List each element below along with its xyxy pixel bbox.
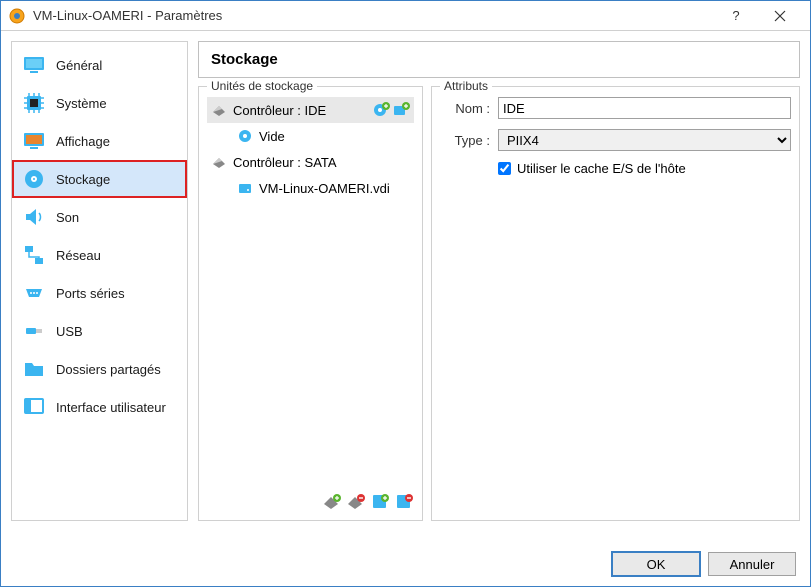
sidebar-item-label: Général xyxy=(56,58,102,73)
sidebar: Général Système Affichage Stockage Son R… xyxy=(11,41,188,521)
storage-toolbar xyxy=(207,486,414,512)
controller-ide[interactable]: Contrôleur : IDE xyxy=(207,97,414,123)
storage-units-group: Unités de stockage Contrôleur : IDE Vide xyxy=(198,86,423,521)
monitor-icon xyxy=(22,53,46,77)
sidebar-item-usb[interactable]: USB xyxy=(12,312,187,350)
sidebar-item-network[interactable]: Réseau xyxy=(12,236,187,274)
serial-port-icon xyxy=(22,281,46,305)
controller-sata[interactable]: Contrôleur : SATA xyxy=(207,149,414,175)
host-cache-label: Utiliser le cache E/S de l'hôte xyxy=(517,161,686,176)
sidebar-item-ui[interactable]: Interface utilisateur xyxy=(12,388,187,426)
sidebar-item-label: Dossiers partagés xyxy=(56,362,161,377)
display-icon xyxy=(22,129,46,153)
sidebar-item-serial[interactable]: Ports séries xyxy=(12,274,187,312)
main-panel: Stockage Unités de stockage Contrôleur :… xyxy=(198,41,800,521)
sidebar-item-label: Affichage xyxy=(56,134,110,149)
sidebar-item-system[interactable]: Système xyxy=(12,84,187,122)
sidebar-item-label: Système xyxy=(56,96,107,111)
cancel-button[interactable]: Annuler xyxy=(708,552,796,576)
network-icon xyxy=(22,243,46,267)
storage-tree: Contrôleur : IDE Vide Contrôleur : SATA xyxy=(207,97,414,486)
storage-item-empty[interactable]: Vide xyxy=(207,123,414,149)
dialog-buttons: OK Annuler xyxy=(612,552,796,576)
usb-icon xyxy=(22,319,46,343)
sidebar-item-display[interactable]: Affichage xyxy=(12,122,187,160)
controller-icon xyxy=(211,154,227,170)
ok-button[interactable]: OK xyxy=(612,552,700,576)
sidebar-item-audio[interactable]: Son xyxy=(12,198,187,236)
page-title: Stockage xyxy=(198,41,800,78)
host-cache-checkbox[interactable] xyxy=(498,162,511,175)
type-select[interactable]: PIIX4 xyxy=(498,129,791,151)
add-controller-icon[interactable] xyxy=(322,492,342,512)
remove-controller-icon[interactable] xyxy=(346,492,366,512)
help-button[interactable]: ? xyxy=(714,1,758,31)
attributes-group: Attributs Nom : Type : PIIX4 Utiliser le… xyxy=(431,86,800,521)
add-optical-icon[interactable] xyxy=(372,101,390,119)
sidebar-item-label: USB xyxy=(56,324,83,339)
close-button[interactable] xyxy=(758,1,802,31)
sidebar-item-label: Stockage xyxy=(56,172,110,187)
sidebar-item-general[interactable]: Général xyxy=(12,46,187,84)
disk-icon xyxy=(22,167,46,191)
attributes-legend: Attributs xyxy=(440,79,492,93)
content: Général Système Affichage Stockage Son R… xyxy=(1,31,810,531)
storage-item-label: VM-Linux-OAMERI.vdi xyxy=(259,181,390,196)
optical-disc-icon xyxy=(237,128,253,144)
sidebar-item-storage[interactable]: Stockage xyxy=(12,160,187,198)
sidebar-item-label: Ports séries xyxy=(56,286,125,301)
remove-attachment-icon[interactable] xyxy=(394,492,414,512)
storage-units-legend: Unités de stockage xyxy=(207,79,317,93)
window-title: VM-Linux-OAMERI - Paramètres xyxy=(33,8,714,23)
sidebar-item-shared-folders[interactable]: Dossiers partagés xyxy=(12,350,187,388)
chip-icon xyxy=(22,91,46,115)
harddisk-icon xyxy=(237,180,253,196)
sidebar-item-label: Réseau xyxy=(56,248,101,263)
controller-label: Contrôleur : IDE xyxy=(233,103,326,118)
storage-item-vdi[interactable]: VM-Linux-OAMERI.vdi xyxy=(207,175,414,201)
name-label: Nom : xyxy=(440,101,490,116)
folder-icon xyxy=(22,357,46,381)
type-label: Type : xyxy=(440,133,490,148)
virtualbox-icon xyxy=(9,8,25,24)
add-harddisk-icon[interactable] xyxy=(392,101,410,119)
controller-icon xyxy=(211,102,227,118)
speaker-icon xyxy=(22,205,46,229)
storage-item-label: Vide xyxy=(259,129,285,144)
sidebar-item-label: Interface utilisateur xyxy=(56,400,166,415)
add-attachment-icon[interactable] xyxy=(370,492,390,512)
titlebar: VM-Linux-OAMERI - Paramètres ? xyxy=(1,1,810,31)
controller-label: Contrôleur : SATA xyxy=(233,155,337,170)
name-input[interactable] xyxy=(498,97,791,119)
sidebar-item-label: Son xyxy=(56,210,79,225)
ui-icon xyxy=(22,395,46,419)
